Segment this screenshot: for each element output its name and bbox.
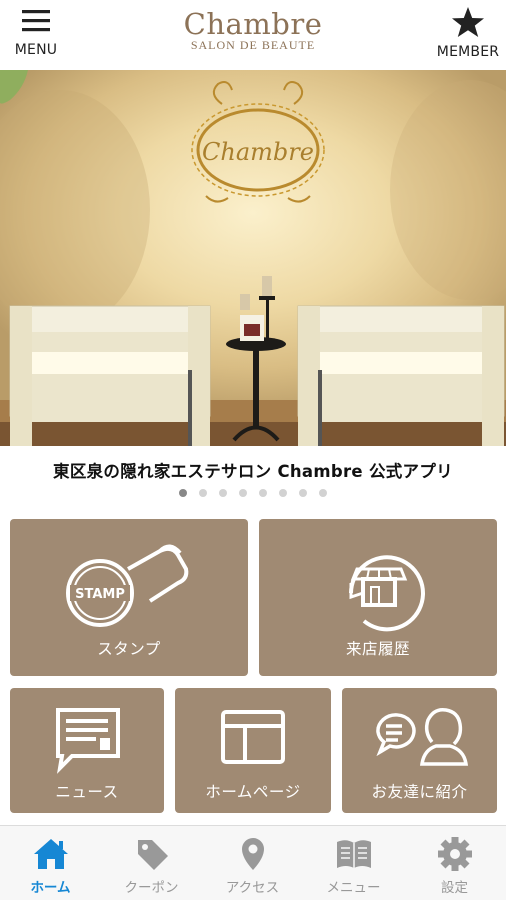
tab-home-label: ホーム bbox=[30, 880, 71, 896]
star-icon bbox=[452, 7, 484, 37]
app-header: MENU Chambre SALON DE BEAUTE MEMBER bbox=[0, 0, 506, 70]
gear-icon bbox=[438, 837, 472, 871]
salon-photo: Chambre bbox=[0, 70, 506, 446]
visit-history-tile[interactable]: 来店履歴 bbox=[259, 519, 497, 676]
map-pin-icon bbox=[242, 838, 264, 870]
tab-home[interactable]: ホーム bbox=[0, 826, 101, 900]
stamp-label: スタンプ bbox=[97, 640, 161, 658]
tag-icon bbox=[138, 840, 168, 870]
bottom-tab-bar: ホーム クーポン アクセス メニュー 設定 bbox=[0, 825, 506, 900]
hero-image[interactable]: Chambre bbox=[0, 70, 506, 446]
tab-access-label: アクセス bbox=[225, 880, 280, 896]
carousel-dot[interactable] bbox=[319, 489, 327, 497]
tab-access[interactable]: アクセス bbox=[202, 826, 303, 900]
hero-caption: 東区泉の隠れ家エステサロン Chambre 公式アプリ bbox=[53, 462, 453, 481]
carousel-dot[interactable] bbox=[179, 489, 187, 497]
sign-text: Chambre bbox=[202, 138, 314, 166]
carousel-indicator[interactable] bbox=[0, 489, 506, 497]
refer-friend-label: お友達に紹介 bbox=[371, 783, 468, 801]
tab-coupon[interactable]: クーポン bbox=[101, 826, 202, 900]
carousel-dot[interactable] bbox=[279, 489, 287, 497]
home-icon bbox=[34, 839, 68, 869]
tab-menu-label: メニュー bbox=[326, 880, 381, 896]
news-tile[interactable]: ニュース bbox=[10, 688, 164, 813]
member-button[interactable]: MEMBER bbox=[420, 6, 506, 66]
leaf-decoration bbox=[0, 70, 28, 104]
tab-coupon-label: クーポン bbox=[124, 880, 179, 896]
refer-friend-tile[interactable]: お友達に紹介 bbox=[342, 688, 497, 813]
tab-settings[interactable]: 設定 bbox=[404, 826, 505, 900]
stamp-text: STAMP bbox=[75, 587, 125, 602]
carousel-dot[interactable] bbox=[199, 489, 207, 497]
visit-history-label: 来店履歴 bbox=[345, 640, 410, 658]
carousel-dot[interactable] bbox=[239, 489, 247, 497]
carousel-dot[interactable] bbox=[219, 489, 227, 497]
member-label: MEMBER bbox=[436, 44, 500, 60]
news-label: ニュース bbox=[55, 783, 119, 801]
carousel-dot[interactable] bbox=[299, 489, 307, 497]
stamp-tile[interactable]: STAMP スタンプ bbox=[10, 519, 248, 676]
book-icon bbox=[337, 840, 371, 868]
tab-settings-label: 設定 bbox=[441, 880, 468, 896]
homepage-tile[interactable]: ホームページ bbox=[175, 688, 331, 813]
tab-menu[interactable]: メニュー bbox=[303, 826, 404, 900]
chambre-sign: Chambre bbox=[191, 81, 325, 203]
homepage-label: ホームページ bbox=[205, 783, 301, 801]
carousel-dot[interactable] bbox=[259, 489, 267, 497]
